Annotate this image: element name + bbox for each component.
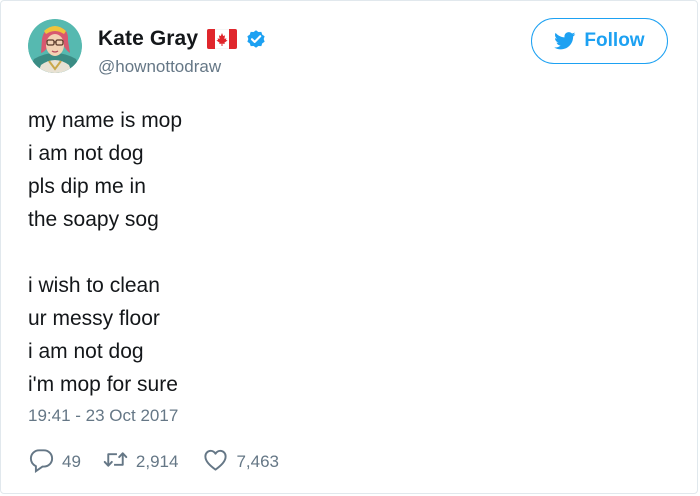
tweet-text: my name is mop i am not dog pls dip me i… bbox=[28, 104, 182, 401]
tweet-actions: 49 2,914 7,463 bbox=[28, 448, 279, 476]
retweet-button[interactable]: 2,914 bbox=[102, 446, 179, 478]
retweet-icon bbox=[102, 446, 129, 478]
retweet-count: 2,914 bbox=[135, 452, 179, 471]
tweet-line: i wish to clean bbox=[28, 274, 160, 297]
verified-badge-icon bbox=[245, 28, 267, 50]
follow-button-label: Follow bbox=[584, 30, 645, 51]
like-button[interactable]: 7,463 bbox=[202, 446, 279, 478]
follow-button[interactable]: Follow bbox=[531, 18, 668, 64]
like-count: 7,463 bbox=[236, 452, 280, 471]
reply-count: 49 bbox=[62, 452, 81, 471]
tweet-line: ur messy floor bbox=[28, 307, 160, 330]
tweet-timestamp[interactable]: 19:41 - 23 Oct 2017 bbox=[28, 406, 178, 426]
tweet-line: i'm mop for sure bbox=[28, 373, 178, 396]
tweet-line: i am not dog bbox=[28, 340, 144, 363]
tweet-card: Kate Gray @hownottodraw Follow my name i… bbox=[0, 0, 698, 494]
reply-icon bbox=[28, 446, 55, 478]
author-display-name[interactable]: Kate Gray bbox=[98, 27, 198, 51]
author-handle[interactable]: @hownottodraw bbox=[98, 57, 221, 77]
tweet-line: my name is mop bbox=[28, 109, 183, 132]
tweet-paragraph-break bbox=[28, 236, 182, 269]
avatar[interactable] bbox=[28, 19, 82, 73]
reply-button[interactable]: 49 bbox=[28, 446, 81, 478]
tweet-line: the soapy sog bbox=[28, 208, 159, 231]
canada-flag-icon bbox=[206, 28, 238, 50]
heart-icon bbox=[202, 446, 229, 478]
tweet-line: i am not dog bbox=[28, 142, 144, 165]
tweet-line: pls dip me in bbox=[28, 175, 146, 198]
twitter-bird-icon bbox=[554, 32, 576, 50]
author-name-row: Kate Gray bbox=[98, 26, 267, 52]
